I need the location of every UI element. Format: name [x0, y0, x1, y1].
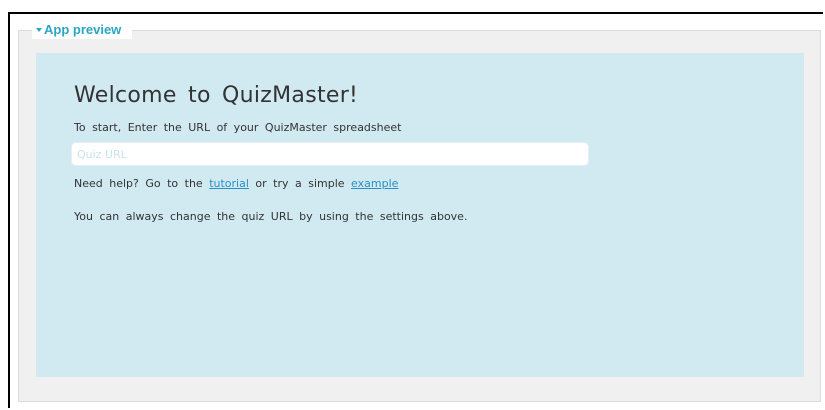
help-prefix: Need help? Go to the — [74, 177, 210, 190]
instructions-text: To start, Enter the URL of your QuizMast… — [74, 121, 402, 134]
app-preview-label: App preview — [44, 22, 122, 37]
app-preview-toggle[interactable]: App preview — [32, 21, 132, 39]
help-text: Need help? Go to the tutorial or try a s… — [74, 177, 398, 190]
quiz-url-input[interactable] — [71, 142, 589, 166]
example-link[interactable]: example — [351, 177, 398, 190]
change-url-note: You can always change the quiz URL by us… — [74, 210, 468, 223]
welcome-title: Welcome to QuizMaster! — [74, 83, 359, 108]
help-middle: or try a simple — [248, 177, 352, 190]
caret-down-icon — [36, 27, 42, 32]
tutorial-link[interactable]: tutorial — [209, 177, 249, 190]
quiz-app-preview: Welcome to QuizMaster! To start, Enter t… — [36, 53, 804, 377]
